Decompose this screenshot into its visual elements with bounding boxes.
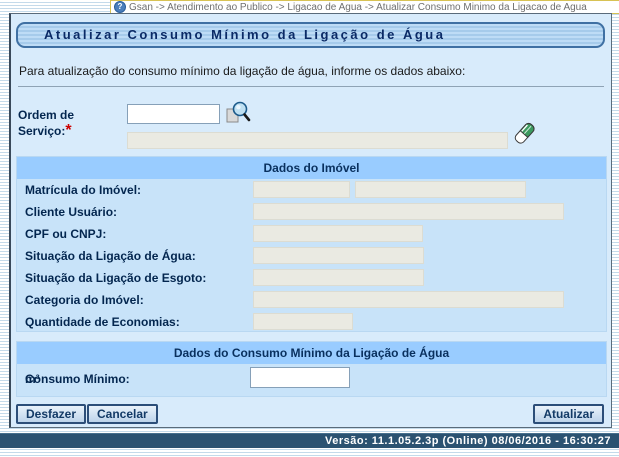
cpf-cnpj-field [253, 225, 423, 242]
row-consumo-minimo: Consumo Mínimo: m³ [17, 364, 606, 394]
row-cpf-cnpj: CPF ou CNPJ: [17, 223, 606, 245]
row-matricula: Matrícula do Imóvel: [17, 179, 606, 201]
consumo-minimo-unit: m³ [25, 372, 40, 386]
situacao-agua-field [253, 247, 424, 264]
instruction-text: Para atualização do consumo mínimo da li… [19, 64, 465, 78]
page-title: Atualizar Consumo Mínimo da Ligação de Á… [16, 22, 605, 48]
cancelar-button[interactable]: Cancelar [87, 404, 158, 424]
economias-field [253, 313, 353, 330]
matricula-field-1 [253, 181, 350, 198]
cpf-cnpj-label: CPF ou CNPJ: [25, 227, 106, 241]
matricula-field-2 [355, 181, 526, 198]
row-economias: Quantidade de Economias: [17, 311, 606, 333]
economias-label: Quantidade de Economias: [25, 315, 180, 329]
clear-button[interactable] [511, 120, 537, 150]
search-button[interactable] [225, 100, 251, 126]
categoria-field [253, 291, 564, 308]
desfazer-button[interactable]: Desfazer [16, 404, 86, 424]
main-frame: Atualizar Consumo Mínimo da Ligação de Á… [9, 13, 612, 428]
version-bar: Versão: 11.1.05.2.3p (Online) 08/06/2016… [0, 433, 619, 448]
atualizar-button[interactable]: Atualizar [533, 404, 604, 424]
row-categoria: Categoria do Imóvel: [17, 289, 606, 311]
ordem-servico-input[interactable] [127, 104, 220, 124]
help-icon[interactable]: ? [114, 1, 126, 13]
consumo-minimo-label: Consumo Mínimo: [25, 372, 130, 386]
ordem-servico-label: Ordem de Serviço:* [18, 107, 124, 139]
search-icon [225, 100, 251, 126]
cliente-usuario-label: Cliente Usuário: [25, 205, 117, 219]
divider [18, 86, 604, 87]
consumo-minimo-input[interactable] [250, 367, 350, 388]
situacao-esgoto-label: Situação da Ligação de Esgoto: [25, 271, 206, 285]
page-background: ? Gsan -> Atendimento ao Publico -> Liga… [0, 0, 619, 457]
row-cliente-usuario: Cliente Usuário: [17, 201, 606, 223]
ordem-servico-description-field [127, 132, 508, 149]
row-situacao-esgoto: Situação da Ligação de Esgoto: [17, 267, 606, 289]
situacao-esgoto-field [253, 269, 424, 286]
dados-imovel-panel: Dados do Imóvel Matrícula do Imóvel: Cli… [16, 156, 607, 332]
dados-consumo-header: Dados do Consumo Mínimo da Ligação de Ág… [17, 342, 606, 364]
dados-consumo-panel: Dados do Consumo Mínimo da Ligação de Ág… [16, 341, 607, 397]
breadcrumb: ? Gsan -> Atendimento ao Publico -> Liga… [110, 0, 619, 14]
cliente-usuario-field [253, 203, 564, 220]
dados-imovel-header: Dados do Imóvel [17, 157, 606, 179]
categoria-label: Categoria do Imóvel: [25, 293, 144, 307]
situacao-agua-label: Situação da Ligação de Água: [25, 249, 196, 263]
eraser-icon [511, 120, 537, 150]
breadcrumb-text: Gsan -> Atendimento ao Publico -> Ligaca… [129, 2, 587, 13]
row-situacao-agua: Situação da Ligação de Água: [17, 245, 606, 267]
required-asterisk: * [65, 122, 71, 139]
matricula-label: Matrícula do Imóvel: [25, 183, 141, 197]
